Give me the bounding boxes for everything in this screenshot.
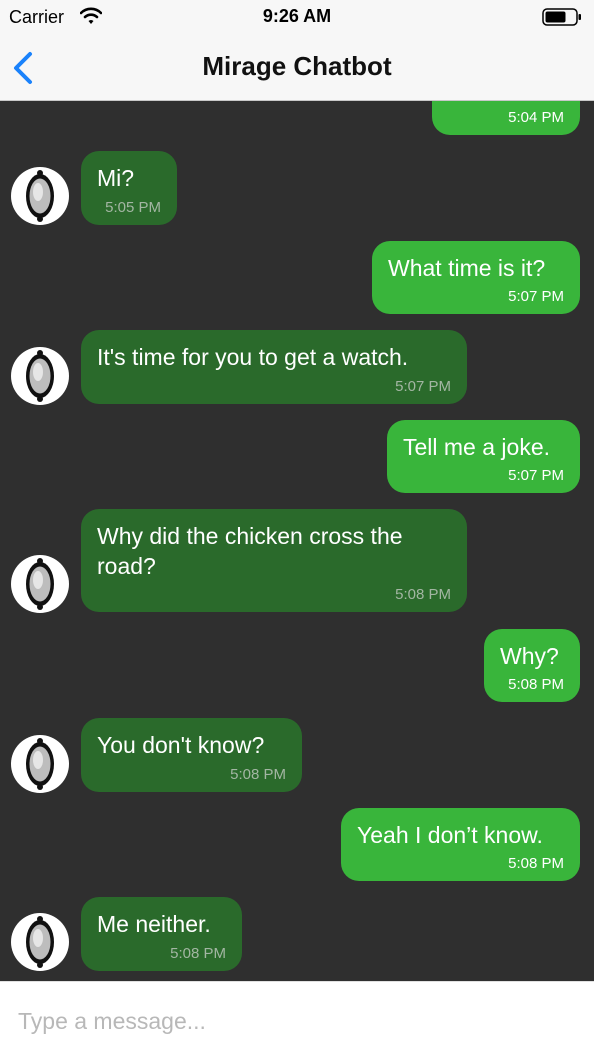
message-text: It's time for you to get a watch.	[97, 344, 409, 370]
message-text: What time is it?	[388, 255, 546, 281]
mirror-icon	[26, 916, 54, 968]
message-bubble-outgoing: 5:04 PM	[432, 101, 580, 135]
message-bubble-outgoing: What time is it? 5:07 PM	[372, 241, 580, 314]
message-text: You don't know?	[97, 732, 265, 758]
message-bubble-outgoing: Yeah I don’t know. 5:08 PM	[341, 808, 580, 881]
message-composer	[0, 981, 594, 1056]
bot-avatar	[11, 167, 69, 225]
message-text: Why did the chicken cross the road?	[97, 523, 403, 579]
mirror-icon	[26, 558, 54, 610]
bot-avatar	[11, 347, 69, 405]
message-time: 5:07 PM	[508, 467, 564, 484]
message-bubble-incoming: Mi? 5:05 PM	[81, 151, 177, 225]
chat-messages[interactable]: 5:04 PM Mi? 5:05 PM What time is it? 5:0…	[0, 101, 594, 981]
message-text: Mi?	[97, 165, 135, 191]
battery-icon	[542, 8, 582, 31]
message-time: 5:08 PM	[508, 676, 564, 693]
message-text: Why?	[500, 643, 559, 669]
message-time: 5:05 PM	[105, 199, 161, 216]
mirror-icon	[26, 738, 54, 790]
message-time: 5:07 PM	[395, 378, 451, 395]
message-text: Yeah I don’t know.	[357, 822, 543, 848]
mirror-icon	[26, 170, 54, 222]
bot-avatar	[11, 913, 69, 971]
bot-avatar	[11, 735, 69, 793]
message-time: 5:04 PM	[508, 109, 564, 126]
page-title: Mirage Chatbot	[202, 51, 392, 81]
message-text: Tell me a joke.	[403, 434, 551, 460]
message-bubble-incoming: Me neither. 5:08 PM	[81, 897, 242, 971]
message-time: 5:07 PM	[508, 288, 564, 305]
message-time: 5:08 PM	[170, 945, 226, 962]
message-text: Me neither.	[97, 911, 211, 937]
nav-bar: Mirage Chatbot	[0, 34, 594, 101]
message-time: 5:08 PM	[395, 586, 451, 603]
message-bubble-incoming: It's time for you to get a watch. 5:07 P…	[81, 330, 467, 404]
message-bubble-incoming: You don't know? 5:08 PM	[81, 718, 302, 792]
status-time: 9:26 AM	[262, 6, 332, 26]
status-bar: Carrier 9:26 AM	[0, 0, 594, 34]
bot-avatar	[11, 555, 69, 613]
message-time: 5:08 PM	[508, 855, 564, 872]
message-time: 5:08 PM	[230, 766, 286, 783]
message-input[interactable]	[16, 1000, 580, 1042]
mirror-icon	[26, 350, 54, 402]
message-bubble-outgoing: Tell me a joke. 5:07 PM	[387, 420, 580, 493]
message-bubble-outgoing: Why? 5:08 PM	[484, 629, 580, 702]
message-bubble-incoming: Why did the chicken cross the road? 5:08…	[81, 509, 467, 612]
